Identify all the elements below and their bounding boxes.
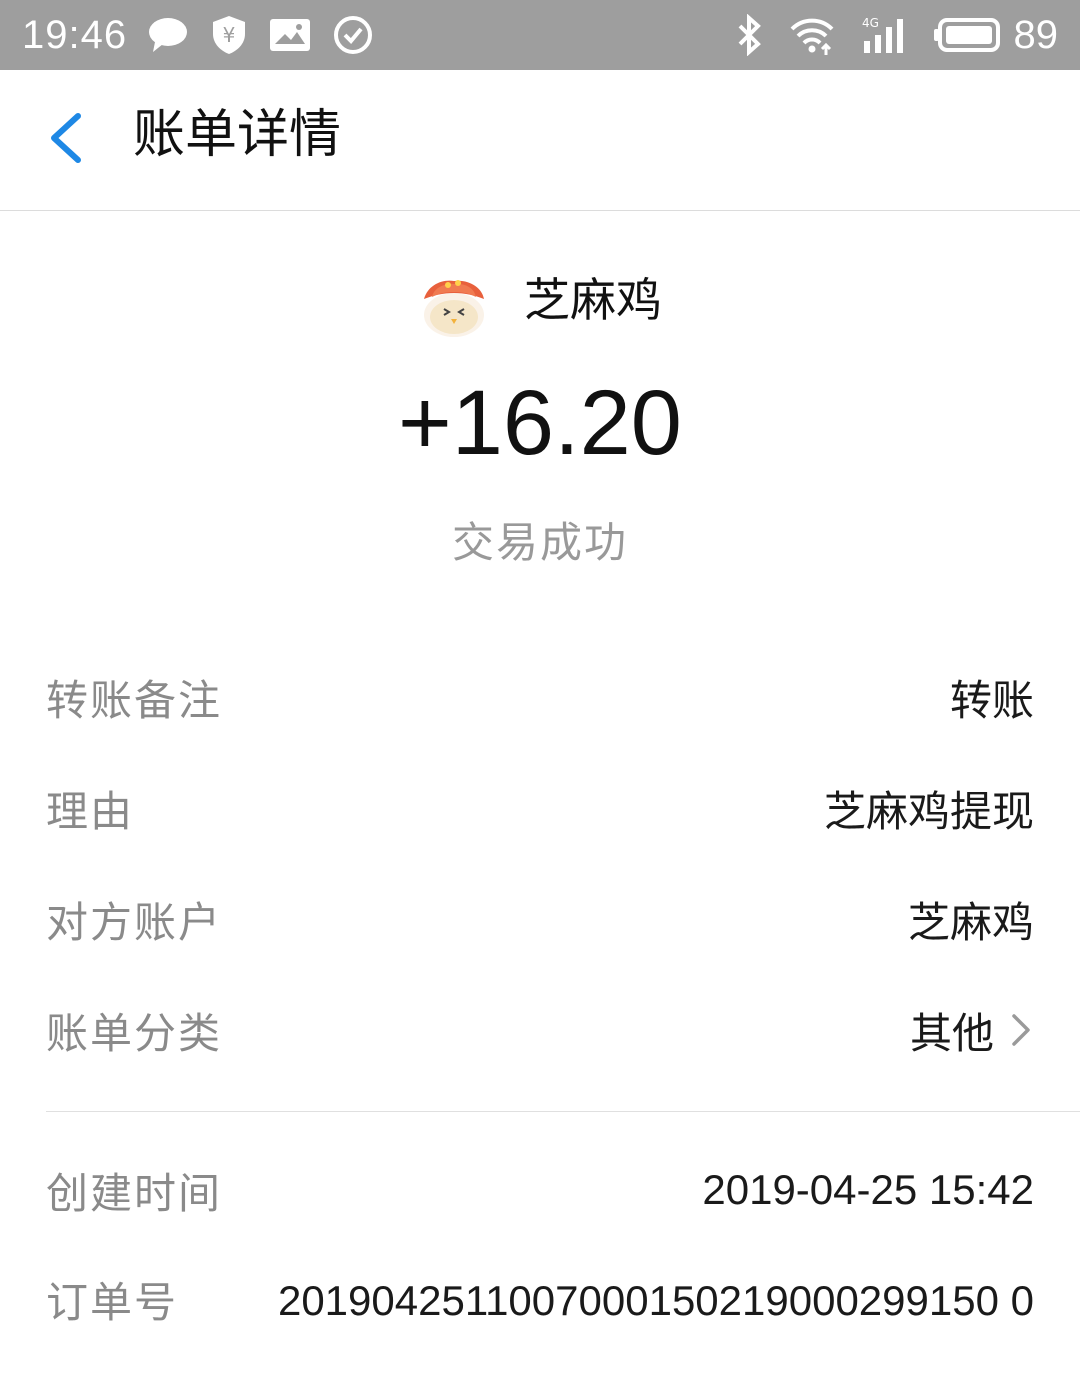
- transaction-status: 交易成功: [451, 518, 628, 567]
- image-icon: [269, 18, 311, 52]
- status-time: 19:46: [22, 12, 128, 57]
- header: 账单详情: [0, 70, 1080, 211]
- detail-value: 芝麻鸡提现: [823, 786, 1034, 836]
- detail-label: 转账备注: [46, 675, 223, 725]
- category-value-wrap: 其他: [910, 1000, 1034, 1061]
- check-circle-icon: [333, 15, 373, 55]
- detail-label: 订单号: [46, 1278, 179, 1327]
- svg-text:¥: ¥: [223, 23, 236, 47]
- divider: [46, 1111, 1080, 1112]
- transaction-amount: +16.20: [398, 372, 682, 474]
- detail-row-category[interactable]: 账单分类 其他: [46, 995, 1034, 1065]
- detail-value: 其他: [909, 1008, 994, 1058]
- bluetooth-icon: [734, 14, 764, 56]
- page-title: 账单详情: [133, 105, 342, 165]
- wifi-icon: [788, 15, 836, 55]
- back-button[interactable]: [40, 108, 100, 168]
- battery-level: 89: [1013, 12, 1059, 57]
- detail-label: 对方账户: [46, 897, 223, 947]
- detail-label: 创建时间: [46, 1168, 223, 1218]
- order-number-value: 2019042511007000150219000299150 0: [277, 1277, 1034, 1324]
- detail-row-counterparty: 对方账户 芝麻鸡: [46, 884, 1034, 954]
- message-icon: [147, 16, 189, 54]
- signal-icon: 4G: [860, 15, 910, 55]
- battery-icon: [933, 18, 1002, 52]
- chevron-right-icon: [1012, 1014, 1030, 1046]
- merchant-name: 芝麻鸡: [524, 273, 662, 327]
- detail-label: 账单分类: [46, 1008, 223, 1058]
- detail-value: 转账: [949, 675, 1034, 725]
- merchant-info: 芝麻鸡: [0, 262, 1080, 337]
- detail-label: 理由: [46, 786, 135, 836]
- detail-value: 2019-04-25 15:42: [702, 1166, 1034, 1213]
- detail-value: 芝麻鸡: [907, 897, 1034, 947]
- detail-row-reason: 理由 芝麻鸡提现: [46, 773, 1034, 843]
- merchant-logo: [418, 269, 490, 341]
- shield-yen-icon: ¥: [211, 14, 247, 56]
- detail-row-created-time: 创建时间 2019-04-25 15:42: [46, 1155, 1034, 1225]
- chevron-left-icon: [51, 113, 81, 163]
- detail-row-remark: 转账备注 转账: [46, 662, 1034, 732]
- network-label: 4G: [862, 16, 879, 30]
- status-bar: 19:46 ¥ 4G 89: [0, 0, 1080, 70]
